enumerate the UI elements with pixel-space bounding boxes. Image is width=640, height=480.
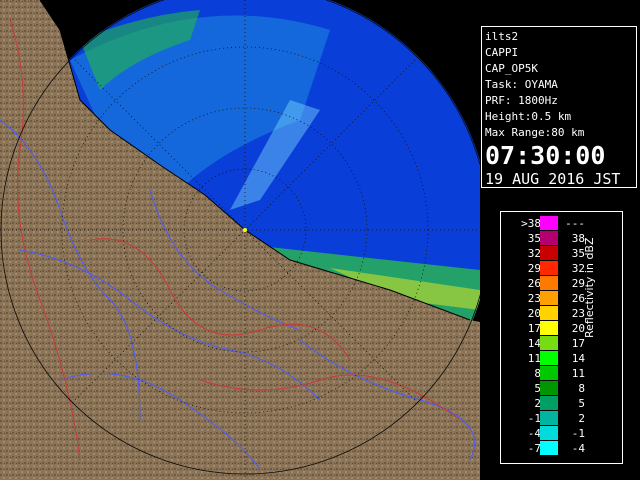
legend-swatch (540, 276, 558, 290)
legend-upper-bound: 20 (571, 322, 585, 335)
legend-row: 17 20 (501, 321, 622, 336)
legend-swatch (540, 336, 558, 350)
legend-swatch (540, 261, 558, 275)
legend-lower-bound: 26 (527, 277, 541, 290)
legend-row: 25 (501, 396, 622, 411)
legend-swatch (540, 441, 558, 455)
product-name: CAPPI (485, 46, 519, 59)
legend-upper-bound: 35 (571, 247, 585, 260)
legend-upper-bound: 2 (578, 412, 585, 425)
legend-lower-bound: 8 (534, 367, 541, 380)
legend-lower-bound: 23 (527, 292, 541, 305)
radar-site-marker (243, 228, 247, 232)
legend-row: 29 32 (501, 261, 622, 276)
legend-lower-bound: -7 (527, 442, 541, 455)
legend-swatch (540, 291, 558, 305)
legend-row: 32 35 (501, 246, 622, 261)
station-name: ilts2 (485, 30, 519, 43)
legend-upper-bound: -1 (571, 427, 585, 440)
legend-row: -4 -1 (501, 426, 622, 441)
legend-row: -1 2 (501, 411, 622, 426)
legend-row: 8 11 (501, 366, 622, 381)
task-name: Task: OYAMA (485, 78, 558, 91)
legend-row: 26 29 (501, 276, 622, 291)
legend-upper-bound: --- (565, 217, 585, 230)
reflectivity-legend: >38 --- 35 38 32 35 29 32 26 29 23 26 20 23 17 20 14 17 11… (500, 211, 623, 464)
legend-lower-bound: 35 (527, 232, 541, 245)
legend-swatch (540, 366, 558, 380)
legend-upper-bound: 8 (578, 382, 585, 395)
legend-swatch (540, 246, 558, 260)
legend-row: 20 23 (501, 306, 622, 321)
legend-swatch (540, 321, 558, 335)
legend-swatch (540, 426, 558, 440)
legend-upper-bound: 17 (571, 337, 585, 350)
radar-map (0, 0, 480, 480)
legend-lower-bound: 11 (527, 352, 541, 365)
legend-upper-bound: 29 (571, 277, 585, 290)
legend-upper-bound: 26 (571, 292, 585, 305)
legend-lower-bound: 2 (534, 397, 541, 410)
max-range-value: Max Range:80 km (485, 126, 585, 139)
legend-upper-bound: 5 (578, 397, 585, 410)
legend-row: 58 (501, 381, 622, 396)
legend-upper-bound: 38 (571, 232, 585, 245)
legend-upper-bound: 11 (571, 367, 585, 380)
observation-date: 19 AUG 2016 JST (485, 170, 621, 188)
legend-swatch (540, 306, 558, 320)
legend-upper-bound: 23 (571, 307, 585, 320)
observation-time: 07:30:00 (485, 141, 606, 170)
legend-swatch (540, 231, 558, 245)
legend-upper-bound: 14 (571, 352, 585, 365)
legend-row: >38 --- (501, 216, 622, 231)
legend-lower-bound: 14 (527, 337, 541, 350)
legend-row: 35 38 (501, 231, 622, 246)
product-code: CAP_OP5K (485, 62, 538, 75)
legend-row: -7 -4 (501, 441, 622, 456)
legend-row: 11 14 (501, 351, 622, 366)
legend-lower-bound: 5 (534, 382, 541, 395)
legend-swatch (540, 381, 558, 395)
legend-lower-bound: -1 (527, 412, 541, 425)
legend-lower-bound: >38 (521, 217, 541, 230)
legend-lower-bound: -4 (527, 427, 541, 440)
legend-lower-bound: 20 (527, 307, 541, 320)
height-value: Height:0.5 km (485, 110, 572, 123)
legend-lower-bound: 32 (527, 247, 541, 260)
prf-value: PRF: 1800Hz (485, 94, 558, 107)
legend-swatch (540, 216, 558, 230)
legend-row: 14 17 (501, 336, 622, 351)
info-panel: ilts2 CAPPI CAP_OP5K Task: OYAMA PRF: 18… (481, 26, 637, 188)
legend-upper-bound: -4 (571, 442, 585, 455)
legend-row: 23 26 (501, 291, 622, 306)
legend-lower-bound: 17 (527, 322, 541, 335)
legend-lower-bound: 29 (527, 262, 541, 275)
legend-upper-bound: 32 (571, 262, 585, 275)
legend-swatch (540, 396, 558, 410)
legend-swatch (540, 411, 558, 425)
legend-swatch (540, 351, 558, 365)
legend-title: Reflectivity in dBZ (583, 237, 596, 338)
